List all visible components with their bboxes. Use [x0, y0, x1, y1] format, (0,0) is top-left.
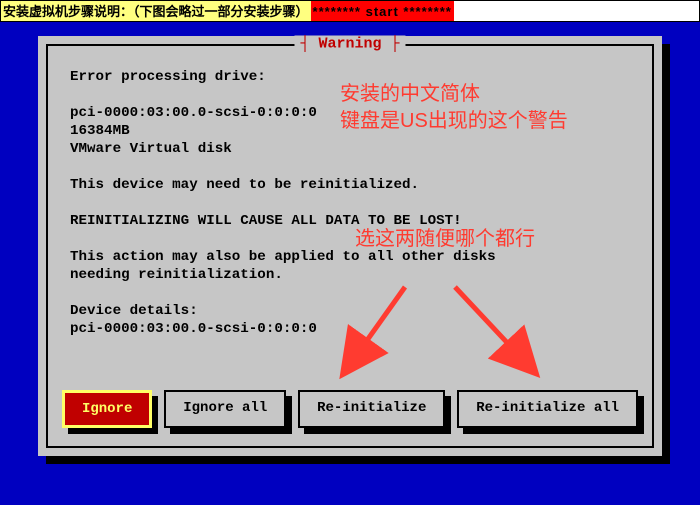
dialog-button-row: Ignore Ignore all Re-initialize Re-initi…: [62, 390, 638, 428]
dialog-border: ┤ Warning ├ Error processing drive: pci-…: [46, 44, 654, 448]
warning-dialog: ┤ Warning ├ Error processing drive: pci-…: [38, 36, 662, 456]
instruction-label: 安装虚拟机步骤说明：（下图会略过一部分安装步骤）: [1, 1, 311, 21]
dialog-body-text: Error processing drive: pci-0000:03:00.0…: [70, 68, 630, 338]
reinitialize-all-button[interactable]: Re-initialize all: [457, 390, 638, 428]
reinitialize-button[interactable]: Re-initialize: [298, 390, 445, 428]
ignore-button[interactable]: Ignore: [62, 390, 152, 428]
ignore-all-button[interactable]: Ignore all: [164, 390, 286, 428]
dialog-title: ┤ Warning ├: [294, 36, 405, 53]
installer-screen: ┤ Warning ├ Error processing drive: pci-…: [0, 22, 700, 505]
instruction-bar: 安装虚拟机步骤说明：（下图会略过一部分安装步骤）******** start *…: [0, 0, 700, 22]
instruction-start: ******** start ********: [311, 1, 454, 21]
